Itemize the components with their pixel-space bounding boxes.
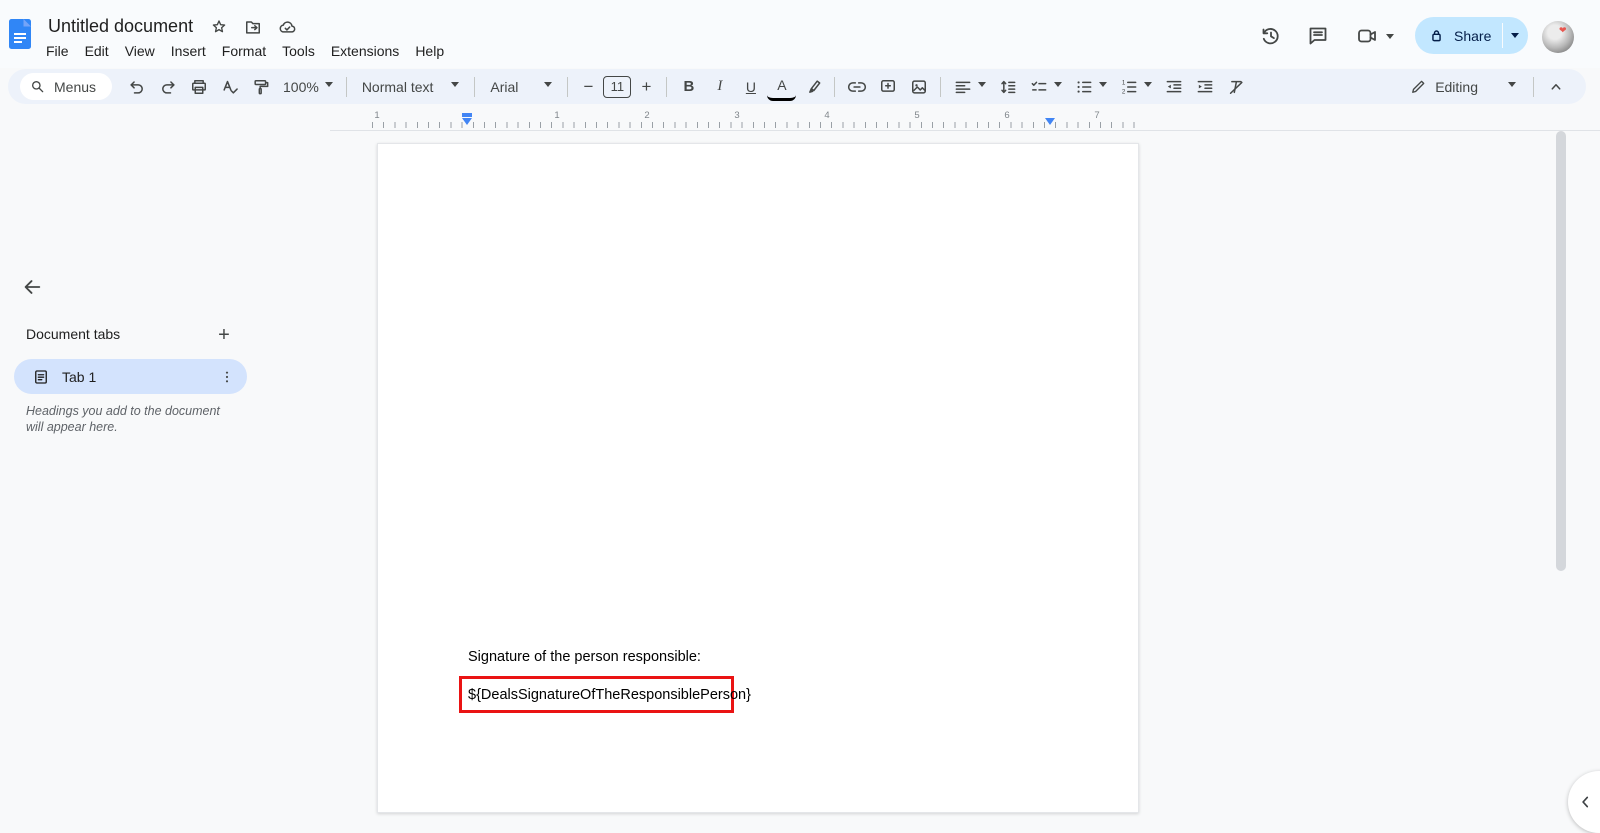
search-menus-label: Menus — [54, 79, 96, 95]
header: Untitled document File Edi — [0, 0, 1600, 68]
zoom-value: 100% — [283, 79, 319, 95]
toolbar: Menus 100% — [8, 69, 1586, 104]
add-tab-button[interactable]: + — [206, 317, 242, 353]
document-tabs-title: Document tabs — [26, 326, 120, 342]
print-button[interactable] — [184, 73, 213, 101]
avatar[interactable]: ❤ — [1542, 21, 1574, 53]
decrease-indent-button[interactable] — [1159, 73, 1188, 101]
ruler-ticks — [372, 122, 1141, 128]
svg-text:1: 1 — [1122, 79, 1126, 86]
tab-label: Tab 1 — [62, 369, 215, 385]
header-actions: Share ❤ — [0, 0, 1600, 68]
bulleted-list-button[interactable] — [1069, 73, 1112, 101]
search-menus-button[interactable]: Menus — [20, 73, 112, 100]
undo-button[interactable] — [122, 73, 151, 101]
editing-mode-select[interactable]: Editing — [1399, 73, 1526, 101]
back-button[interactable] — [14, 269, 50, 305]
toolbar-divider — [474, 77, 475, 97]
document-tabs-sidebar: Document tabs + Tab 1 Headings you add t… — [0, 131, 330, 822]
left-indent-marker[interactable] — [462, 118, 472, 130]
decrease-font-size-button[interactable]: − — [575, 73, 601, 101]
insert-image-button[interactable] — [904, 73, 933, 101]
increase-indent-button[interactable] — [1190, 73, 1219, 101]
paint-format-button[interactable] — [246, 73, 275, 101]
merge-field-highlight-box[interactable]: ${DealsSignatureOfTheResponsiblePerson} — [459, 676, 734, 713]
tab-item-tab1[interactable]: Tab 1 — [14, 359, 247, 394]
italic-button[interactable]: I — [705, 73, 734, 101]
pencil-icon — [1409, 78, 1427, 96]
toolbar-divider — [1533, 77, 1534, 97]
spell-check-button[interactable] — [215, 73, 244, 101]
right-indent-marker[interactable] — [1045, 118, 1055, 130]
merge-field-text[interactable]: ${DealsSignatureOfTheResponsiblePerson} — [468, 687, 751, 703]
share-divider — [1502, 23, 1503, 48]
paragraph-style-select[interactable]: Normal text — [354, 73, 468, 101]
chevron-left-icon — [1576, 792, 1596, 812]
tab-options-icon[interactable] — [215, 365, 239, 389]
toolbar-divider — [346, 77, 347, 97]
add-comment-button[interactable] — [873, 73, 902, 101]
search-icon — [30, 79, 46, 95]
increase-font-size-button[interactable]: + — [633, 73, 659, 101]
numbered-list-button[interactable]: 1 2 — [1114, 73, 1157, 101]
meet-video-icon[interactable] — [1349, 18, 1385, 54]
toolbar-divider — [834, 77, 835, 97]
zoom-select[interactable]: 100% — [277, 73, 339, 101]
svg-text:2: 2 — [1122, 88, 1126, 95]
share-dropdown-caret[interactable] — [1511, 33, 1519, 42]
paragraph-text[interactable]: Signature of the person responsible: — [468, 649, 701, 665]
underline-button[interactable]: U — [736, 73, 765, 101]
line-spacing-button[interactable] — [993, 73, 1022, 101]
share-button[interactable]: Share — [1415, 17, 1528, 54]
vertical-scrollbar[interactable] — [1556, 131, 1566, 571]
tab-document-icon — [32, 368, 50, 386]
lock-icon — [1427, 26, 1446, 45]
font-size-input[interactable]: 11 — [603, 76, 631, 98]
meet-dropdown-caret[interactable] — [1386, 34, 1394, 43]
font-family-value: Arial — [490, 79, 518, 95]
font-family-select[interactable]: Arial — [482, 73, 560, 101]
toolbar-divider — [666, 77, 667, 97]
comments-icon[interactable] — [1300, 18, 1336, 54]
toolbar-divider — [567, 77, 568, 97]
headings-hint: Headings you add to the document will ap… — [26, 403, 220, 435]
ruler[interactable]: 1 1 2 3 4 5 6 7 — [330, 108, 1600, 131]
toolbar-divider — [940, 77, 941, 97]
share-label: Share — [1454, 28, 1491, 44]
checklist-button[interactable] — [1024, 73, 1067, 101]
clear-formatting-button[interactable] — [1221, 73, 1250, 101]
hide-menus-button[interactable] — [1541, 73, 1570, 101]
redo-button[interactable] — [153, 73, 182, 101]
version-history-icon[interactable] — [1252, 18, 1288, 54]
highlight-color-button[interactable] — [798, 73, 827, 101]
editing-mode-label: Editing — [1435, 79, 1478, 95]
document-page[interactable]: Signature of the person responsible: ${D… — [377, 143, 1139, 813]
text-color-button[interactable]: A — [767, 73, 796, 101]
google-docs-app: Untitled document File Edi — [0, 0, 1600, 822]
first-line-indent-marker[interactable] — [462, 113, 472, 117]
paragraph-style-value: Normal text — [362, 79, 434, 95]
align-button[interactable] — [948, 73, 991, 101]
expand-side-panel-button[interactable] — [1568, 771, 1600, 833]
bold-button[interactable]: B — [674, 73, 703, 101]
insert-link-button[interactable] — [842, 73, 871, 101]
